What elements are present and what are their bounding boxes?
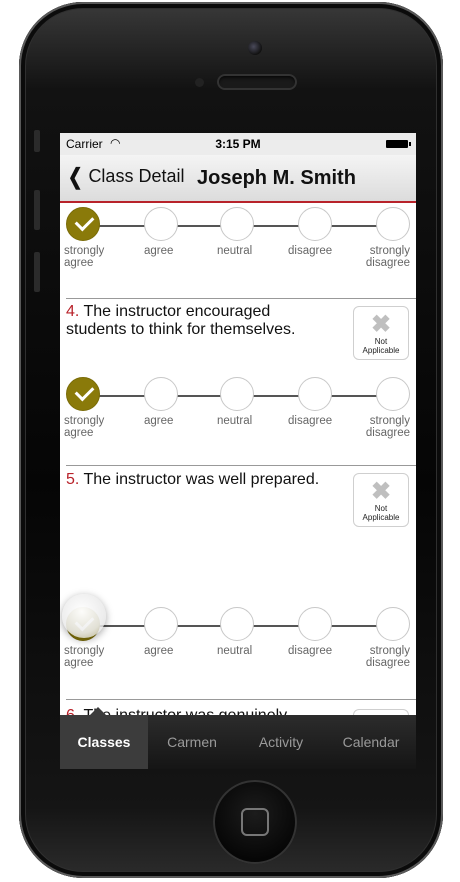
status-time: 3:15 PM: [215, 137, 261, 151]
question-number: 5.: [66, 471, 80, 488]
tab-calendar[interactable]: Calendar: [326, 715, 416, 769]
label-agree: agree: [144, 245, 174, 257]
label-strongly-disagree: strongly disagree: [365, 645, 410, 669]
rating-scale: strongly agree agree neutral disagree str…: [60, 375, 416, 447]
tab-activity[interactable]: Activity: [236, 715, 326, 769]
option-strongly-agree[interactable]: [66, 377, 100, 411]
label-agree: agree: [144, 645, 174, 657]
question-text: The instructor encouraged students to th…: [66, 303, 296, 338]
na-label-line2: Applicable: [362, 513, 400, 522]
survey-content[interactable]: strongly agree agree neutral disagree str…: [60, 203, 416, 715]
label-agree: agree: [144, 415, 174, 427]
option-strongly-disagree[interactable]: [376, 377, 410, 411]
label-disagree: disagree: [288, 645, 333, 657]
volume-up-button: [34, 190, 40, 230]
option-agree[interactable]: [144, 377, 178, 411]
option-strongly-disagree[interactable]: [376, 207, 410, 241]
option-neutral[interactable]: [220, 377, 254, 411]
option-neutral[interactable]: [220, 207, 254, 241]
tab-label: Activity: [258, 734, 304, 750]
option-agree[interactable]: [144, 207, 178, 241]
status-bar: Carrier ◠ 3:15 PM: [60, 133, 416, 155]
label-disagree: disagree: [288, 415, 333, 427]
home-button[interactable]: [213, 780, 297, 864]
label-neutral: neutral: [217, 245, 253, 257]
na-label-line1: Not: [374, 504, 388, 513]
chevron-left-icon: ❮: [67, 163, 83, 189]
question-6: 6. The instructor was genuinely interest…: [66, 707, 334, 715]
question-5: 5. The instructor was well prepared.: [66, 471, 334, 489]
navigation-bar: ❮ Class Detail Joseph M. Smith: [60, 155, 416, 203]
tab-label: Calendar: [342, 734, 400, 750]
checkmark-icon: [74, 211, 95, 232]
option-strongly-disagree[interactable]: [376, 607, 410, 641]
option-agree[interactable]: [144, 607, 178, 641]
checkmark-icon: [74, 381, 95, 402]
label-neutral: neutral: [217, 415, 253, 427]
back-button[interactable]: ❮ Class Detail: [66, 163, 185, 189]
label-neutral: neutral: [217, 645, 253, 657]
close-icon: ✖: [370, 478, 392, 505]
option-strongly-agree[interactable]: [66, 207, 100, 241]
option-neutral[interactable]: [220, 607, 254, 641]
not-applicable-button[interactable]: ✖ Not Applicable: [353, 306, 409, 360]
question-text: The instructor was well prepared.: [83, 471, 320, 488]
option-disagree[interactable]: [298, 607, 332, 641]
label-strongly-agree: strongly agree: [64, 415, 105, 439]
rating-scale: strongly agree agree neutral disagree str…: [60, 205, 416, 277]
tab-bar: Classes Carmen Activity Calendar: [60, 707, 416, 769]
page-title: Joseph M. Smith: [197, 167, 356, 189]
divider: [66, 298, 416, 299]
tab-indicator: [90, 707, 106, 715]
label-strongly-disagree: strongly disagree: [365, 245, 410, 269]
divider: [66, 699, 416, 700]
tab-carmen[interactable]: Carmen: [148, 715, 236, 769]
question-4: 4. The instructor encouraged students to…: [66, 303, 334, 339]
not-applicable-button[interactable]: ✖ Not Applicable: [353, 473, 409, 527]
close-icon: ✖: [370, 311, 392, 338]
sensor-icon: [195, 78, 204, 87]
touch-indicator: [62, 594, 106, 638]
camera-icon: [248, 41, 262, 55]
label-strongly-agree: strongly agree: [64, 645, 105, 669]
tab-label: Carmen: [167, 734, 217, 750]
option-disagree[interactable]: [298, 377, 332, 411]
divider: [66, 465, 416, 466]
question-number: 4.: [66, 303, 80, 320]
screen: Carrier ◠ 3:15 PM ❮ Class Detail Joseph …: [60, 133, 416, 769]
option-disagree[interactable]: [298, 207, 332, 241]
volume-down-button: [34, 252, 40, 292]
question-number: 6.: [66, 707, 79, 715]
na-label-line1: Not: [374, 337, 388, 346]
tab-classes[interactable]: Classes: [60, 707, 148, 769]
home-square-icon: [241, 808, 269, 836]
tab-label: Classes: [77, 734, 131, 750]
mute-switch: [34, 130, 40, 152]
back-label: Class Detail: [88, 166, 185, 186]
label-strongly-disagree: strongly disagree: [365, 415, 410, 439]
label-disagree: disagree: [288, 245, 333, 257]
na-label-line2: Applicable: [362, 346, 400, 355]
label-strongly-agree: strongly agree: [64, 245, 105, 269]
battery-icon: [386, 140, 411, 148]
speaker-grille: [217, 74, 297, 90]
rating-scale: strongly agree agree neutral disagree str…: [60, 605, 416, 677]
